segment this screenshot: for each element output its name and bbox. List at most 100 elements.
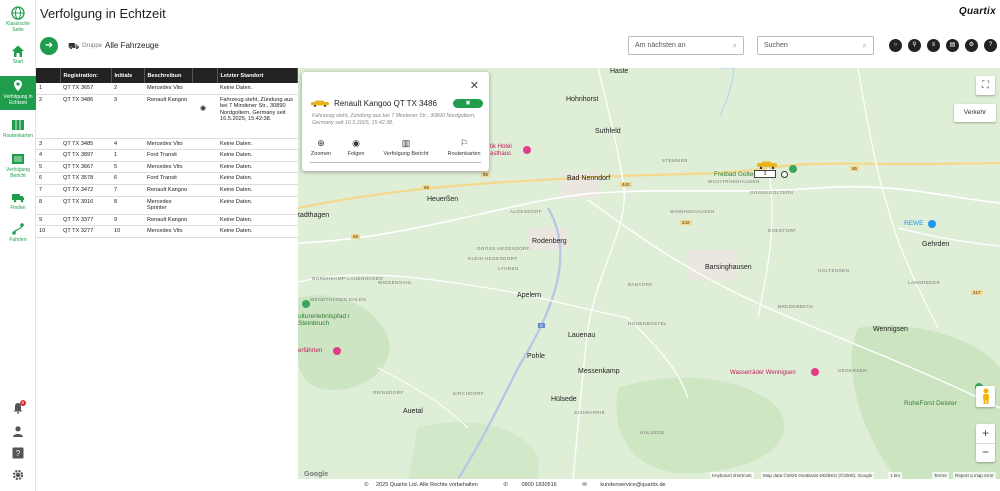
table-row[interactable]: 10 QT TX 3277 10 Mercedes Vito Keine Daten. (36, 225, 298, 238)
sidebar-item-tracking-report[interactable]: Verfolgung Bericht (0, 152, 36, 179)
circle-button[interactable]: ○ (889, 39, 902, 52)
phone-contact: ✆ 0800 1830516 (503, 482, 557, 488)
keyboard-shortcuts-link[interactable]: Keyboard shortcuts (710, 472, 754, 479)
print-icon: ▤ (949, 42, 956, 48)
road-label: 442 (680, 220, 692, 225)
description-cell: Mercedes Sprinter (144, 196, 192, 215)
table-row[interactable]: 6 QT TX 3578 6 Ford Transit Keine Daten. (36, 172, 298, 185)
close-icon[interactable]: ✕ (470, 79, 479, 92)
settings-button[interactable] (0, 469, 36, 481)
place-label-small: WENDTHAGEN EHLEN (310, 297, 367, 302)
report-error-link[interactable]: Report a map error (953, 472, 996, 479)
vehicle-marker[interactable]: 3 (754, 161, 788, 178)
status-cell (192, 196, 217, 215)
column-header (36, 68, 61, 83)
nearest-input[interactable]: Am nächsten an ⌕ (628, 36, 744, 55)
route-icon (12, 223, 24, 235)
initials-cell: 4 (111, 138, 144, 151)
user-button[interactable] (0, 425, 36, 437)
print-button[interactable]: ▤ (946, 39, 959, 52)
place-label-small: NORDHKAMP-LAUENHAGEN (312, 276, 384, 281)
zoom-in-button[interactable]: + (976, 424, 995, 443)
column-header-description[interactable]: Beschreibun (144, 68, 193, 83)
ring-icon: ○ (893, 42, 898, 48)
map-icon (12, 120, 24, 130)
layers-button[interactable]: ≡ (927, 39, 940, 52)
sidebar-item-route-maps[interactable]: Routenkarten (0, 118, 36, 140)
description-cell: Ford Transit (144, 149, 192, 162)
user-icon (13, 426, 23, 437)
eye-icon: ◉ (352, 138, 360, 148)
place-label-small: GROSSGOLTERN (750, 190, 794, 195)
terms-link[interactable]: Terms (932, 472, 949, 479)
action-label: Routenkarten (447, 151, 481, 157)
question-icon: ? (988, 42, 993, 48)
key-icon: ▣ (465, 100, 471, 106)
table-row[interactable]: 7 QT TX 3472 7 Renault Kangoo Keine Daten. (36, 184, 298, 197)
help-button[interactable]: ? (0, 447, 36, 459)
group-selector[interactable]: Alle Fahrzeuge (105, 41, 159, 50)
row-number: 1 (36, 83, 60, 95)
table-row[interactable]: 8 QT TX 3916 8 Mercedes Sprinter Keine Daten… (36, 196, 298, 215)
place-label: Wennigsen (873, 326, 908, 333)
brand-logo: Quartix (958, 6, 996, 17)
vehicle-table: Registration: Initials Beschreibun Letzt… (36, 68, 298, 238)
place-label-small: HOLTENSEN (818, 268, 850, 273)
sidebar-item-find[interactable]: Finden (0, 190, 36, 212)
notifications-button[interactable]: 5 (0, 400, 36, 414)
place-label: Lauenau (568, 332, 596, 339)
layers-icon: ≡ (931, 42, 936, 48)
home-icon (12, 45, 24, 57)
description-cell: Mercedes Vito (144, 138, 192, 151)
description-cell: Renault Kangoo (144, 184, 192, 197)
road-label: 65 (422, 185, 432, 190)
route-maps-action[interactable]: ⚐ Routenkarten (444, 138, 484, 157)
table-row[interactable]: 1 QT TX 3657 2 Mercedes Vito Keine Daten. (36, 83, 298, 95)
registration-cell: QT TX 3485 (60, 138, 111, 151)
sidebar-item-label: Verfolgung Bericht (6, 167, 30, 179)
search-input[interactable]: Suchen ⌕ (757, 36, 874, 55)
fullscreen-button[interactable]: ⛶ (976, 76, 995, 95)
registration-cell: QT TX 3377 (60, 214, 111, 227)
location-button[interactable]: ⚲ (908, 39, 921, 52)
question-icon: ? (12, 447, 24, 459)
follow-action[interactable]: ◉ Folgen (344, 138, 368, 157)
table-row[interactable]: 9 QT TX 3377 9 Renault Kangoo Keine Daten. (36, 214, 298, 227)
map-data-attribution: Map data ©2025 GeoBasis-DE/BKG (©2009), … (761, 472, 875, 479)
place-label-small: GROSS HEGESDORF (477, 246, 530, 251)
table-row[interactable]: 5 QT TX 3667 5 Mercedes Vito Keine Daten. (36, 161, 298, 174)
place-label-small: BANTORF (628, 282, 653, 287)
sidebar-item-trips[interactable]: Fahrten (0, 222, 36, 244)
initials-cell: 1 (111, 149, 144, 162)
status-cell (192, 161, 217, 174)
sidebar-item-start[interactable]: Start (0, 44, 36, 66)
table-row[interactable]: 2 QT TX 3486 3 Renault Kangoo ◉ Fahrzeug steh… (36, 94, 298, 139)
map-settings-button[interactable]: ⚙ (965, 39, 978, 52)
column-header-initials[interactable]: Initials (111, 68, 145, 83)
go-button[interactable]: ➜ (40, 37, 58, 55)
column-header-last-location[interactable]: Letzter Standort (217, 68, 298, 83)
email-link[interactable]: ✉ kundenservice@quartix.de (576, 482, 671, 488)
zoom-out-button[interactable]: − (976, 443, 995, 462)
place-label: erfährten (298, 348, 323, 354)
sidebar-item-label: Finden (10, 205, 26, 211)
traffic-button[interactable]: Verkehr (954, 104, 996, 122)
initials-cell: 3 (111, 94, 144, 139)
table-row[interactable]: 4 QT TX 3897 1 Ford Transit Keine Daten. (36, 149, 298, 162)
help-round-button[interactable]: ? (984, 39, 997, 52)
place-label: Freibad Golte (714, 171, 754, 178)
row-number: 4 (36, 149, 60, 162)
pin-icon: ⚲ (912, 42, 917, 48)
sidebar-item-classic[interactable]: Klassische Seite (0, 6, 36, 33)
street-view-button[interactable] (976, 386, 995, 407)
column-header-registration[interactable]: Registration: (60, 68, 112, 83)
status-cell (192, 184, 217, 197)
description-cell: Renault Kangoo (144, 94, 192, 139)
sidebar-item-live-tracking[interactable]: Verfolgung in Echtzeit (0, 76, 36, 110)
initials-cell: 10 (111, 225, 144, 238)
map-scale: 1 km (888, 472, 902, 479)
tracking-report-action[interactable]: ▥ Verfolgung Bericht (380, 138, 432, 157)
zoom-action[interactable]: ⊕ Zoomen (308, 138, 334, 157)
place-label-small: HÜLSEDE (640, 430, 665, 435)
table-row[interactable]: 3 QT TX 3485 4 Mercedes Vito Keine Daten. (36, 138, 298, 151)
